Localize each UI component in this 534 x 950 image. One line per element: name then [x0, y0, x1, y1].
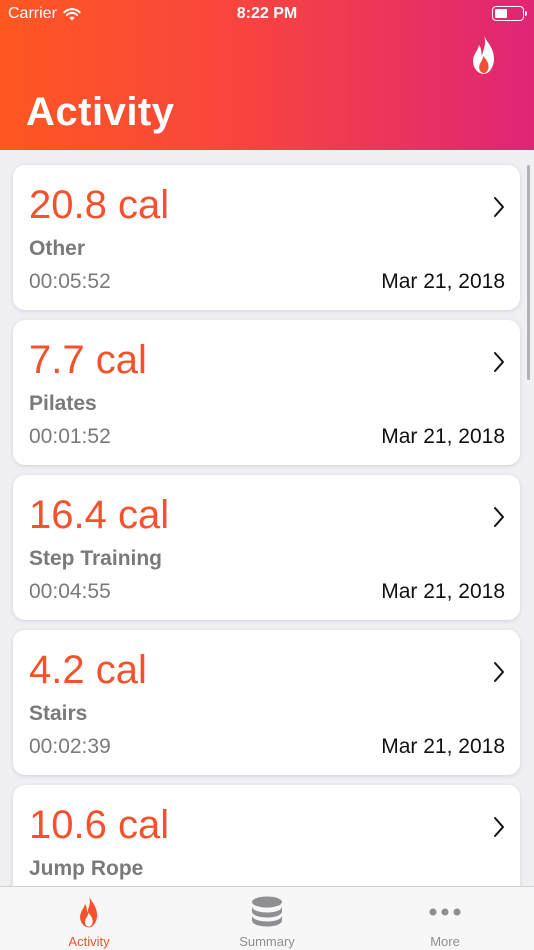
flame-icon[interactable]: [470, 34, 498, 76]
activity-type: Pilates: [29, 392, 97, 415]
activity-list[interactable]: 20.8 cal Other 00:05:52 Mar 21, 2018 7.7…: [0, 150, 534, 886]
activity-card[interactable]: 10.6 cal Jump Rope: [13, 785, 520, 886]
more-icon: [429, 908, 461, 916]
activity-date: Mar 21, 2018: [381, 735, 505, 758]
activity-type: Jump Rope: [29, 857, 144, 880]
activity-date: Mar 21, 2018: [381, 425, 505, 448]
activity-calories: 7.7 cal: [29, 338, 147, 382]
tab-bar: Activity Summary More: [0, 886, 534, 950]
status-time: 8:22 PM: [236, 5, 298, 22]
activity-duration: 00:04:55: [29, 580, 111, 603]
activity-type: Other: [29, 237, 86, 260]
activity-type: Stairs: [29, 702, 88, 725]
activity-card[interactable]: 16.4 cal Step Training 00:04:55 Mar 21, …: [13, 475, 520, 620]
activity-card[interactable]: 20.8 cal Other 00:05:52 Mar 21, 2018: [13, 165, 520, 310]
chevron-right-icon: [494, 197, 504, 217]
chevron-right-icon: [494, 507, 504, 527]
app-header: Carrier 8:22 PM Activity: [0, 0, 534, 150]
activity-duration: 00:05:52: [29, 270, 111, 293]
activity-card[interactable]: 4.2 cal Stairs 00:02:39 Mar 21, 2018: [13, 630, 520, 775]
chevron-right-icon: [494, 352, 504, 372]
tab-summary[interactable]: Summary: [178, 887, 356, 950]
battery-level: [495, 9, 507, 18]
tab-label: Activity: [68, 934, 110, 949]
activity-duration: 00:01:52: [29, 425, 111, 448]
activity-calories: 10.6 cal: [29, 803, 170, 847]
activity-date: Mar 21, 2018: [381, 270, 505, 293]
battery-icon: [492, 6, 527, 21]
tab-activity[interactable]: Activity: [0, 887, 178, 950]
activity-calories: 20.8 cal: [29, 183, 170, 227]
activity-calories: 4.2 cal: [29, 648, 147, 692]
activity-type: Step Training: [29, 547, 163, 570]
database-icon: [252, 896, 282, 927]
tab-label: More: [430, 934, 460, 949]
scrollbar[interactable]: [527, 165, 530, 380]
activity-card[interactable]: 7.7 cal Pilates 00:01:52 Mar 21, 2018: [13, 320, 520, 465]
status-bar: Carrier 8:22 PM: [0, 0, 534, 28]
chevron-right-icon: [494, 662, 504, 682]
activity-duration: 00:02:39: [29, 735, 111, 758]
tab-label: Summary: [239, 934, 295, 949]
tab-more[interactable]: More: [356, 887, 534, 950]
flame-icon: [80, 895, 98, 928]
page-title: Activity: [26, 90, 175, 134]
activity-date: Mar 21, 2018: [381, 580, 505, 603]
activity-calories: 16.4 cal: [29, 493, 170, 537]
chevron-right-icon: [494, 817, 504, 837]
